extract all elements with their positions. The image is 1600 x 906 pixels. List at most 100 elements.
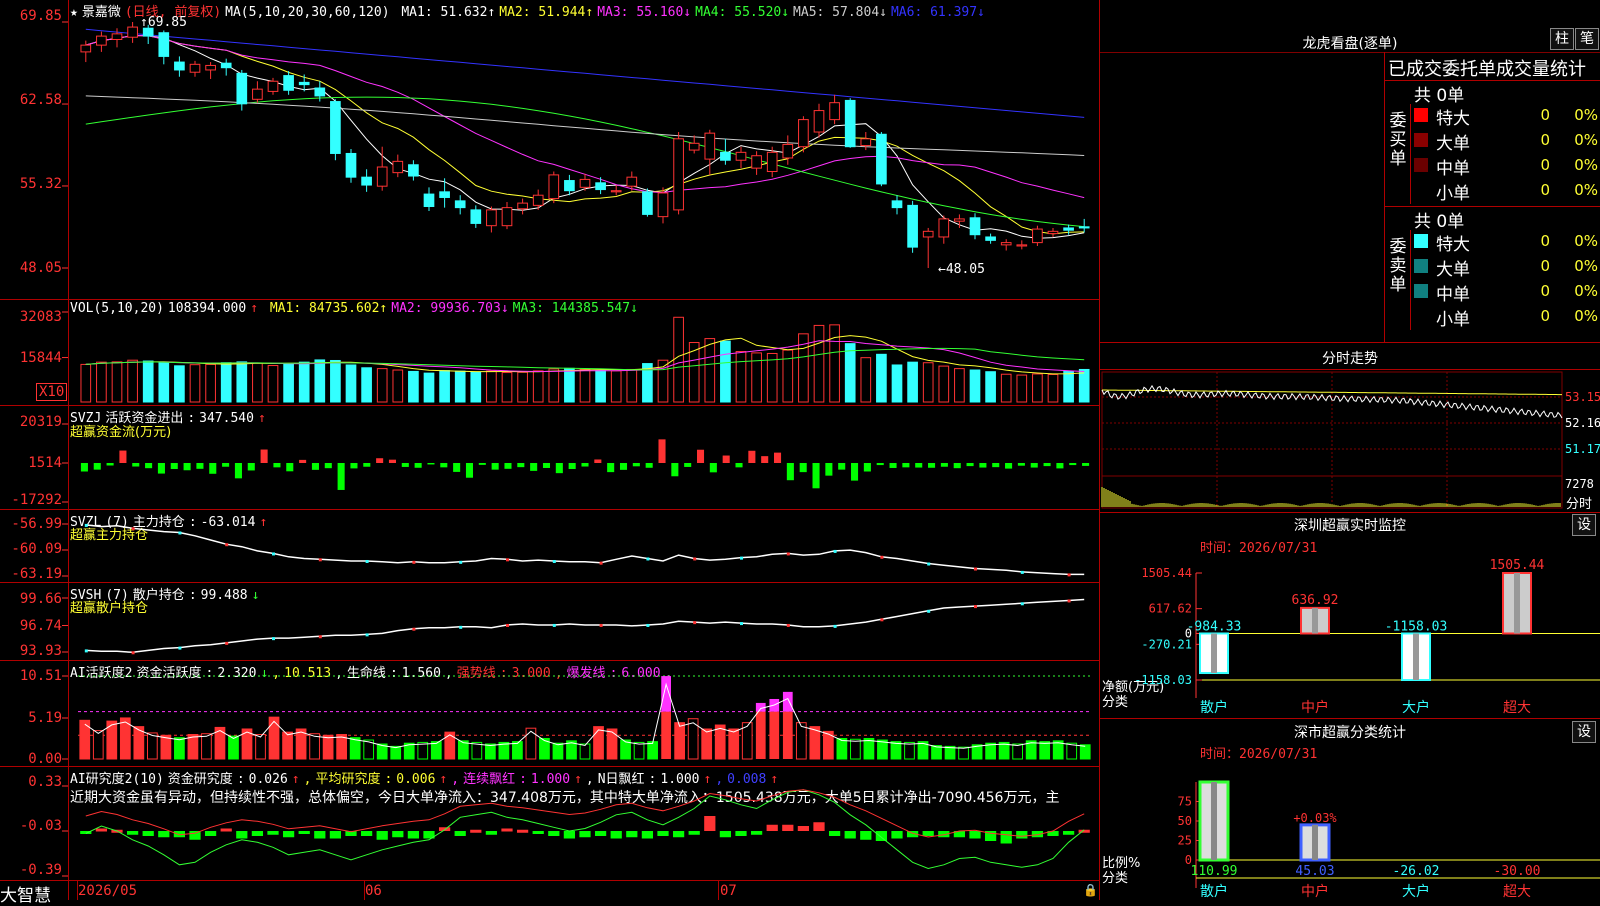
research-bar <box>516 829 529 833</box>
retail-holding-line-marker <box>1067 599 1071 603</box>
research-bar <box>922 831 934 836</box>
volume-bar <box>1078 368 1090 403</box>
activity-bar <box>958 746 969 760</box>
research-bar <box>548 831 560 836</box>
activity-bar <box>714 724 726 760</box>
volume-bar <box>142 360 154 403</box>
volume-bar <box>376 368 388 403</box>
volume-bar <box>579 368 591 403</box>
main-chart-area[interactable]: ★ 景嘉微 (日线, 前复权) MA(5,10,20,30,60,120) MA1: … <box>0 0 1100 906</box>
research-bar <box>688 831 700 835</box>
research-bar <box>766 824 778 831</box>
activity-bar <box>931 745 942 760</box>
research-bar <box>360 831 373 836</box>
fund-flow-bar <box>530 462 538 471</box>
fund-flow-bar <box>696 449 705 463</box>
fund-flow-bar <box>1005 462 1013 469</box>
research-bar <box>454 831 466 836</box>
activity-bar <box>552 742 564 760</box>
research-signal-line-red <box>85 789 1085 838</box>
volume-bar <box>860 357 872 403</box>
candle <box>1000 242 1012 246</box>
candle <box>1047 230 1059 235</box>
research-bar <box>969 831 981 839</box>
fund-flow-bar <box>478 462 486 465</box>
volume-bar <box>236 361 248 403</box>
volume-bar <box>969 369 981 403</box>
retail-holding-line-marker <box>740 622 743 626</box>
candle <box>954 218 965 222</box>
volume-bar <box>595 369 606 403</box>
volume-bar <box>673 316 684 403</box>
candle <box>423 193 435 208</box>
research-bar <box>704 816 716 831</box>
retail-holding-line-marker <box>599 623 603 627</box>
fund-flow-bar <box>594 459 602 463</box>
retail-holding-line-marker <box>927 609 931 613</box>
monitor-y-label: -1158.03 <box>1134 673 1192 687</box>
fund-flow-bar <box>491 462 499 470</box>
activity-bar <box>525 727 537 760</box>
fund-flow-bar <box>324 462 332 469</box>
candle <box>829 102 840 121</box>
monitor-y-label: -270.21 <box>1141 637 1192 651</box>
research-bar <box>142 831 154 836</box>
monitor-y-label: 617.62 <box>1149 602 1192 616</box>
research-bar <box>314 831 326 839</box>
monitor-category-label: 中户 <box>1301 699 1329 716</box>
activity-bar <box>877 739 888 760</box>
volume-bar <box>985 371 996 403</box>
main-holding-line-marker <box>365 559 369 563</box>
fund-flow-bar <box>350 462 358 469</box>
candle <box>985 236 996 241</box>
stats-category-label: 中户 <box>1301 883 1329 900</box>
fund-flow-bar <box>1082 462 1090 466</box>
main-holding-line-marker <box>1020 570 1024 574</box>
activity-bar <box>593 726 604 760</box>
fund-flow-bar <box>196 462 204 469</box>
candle <box>688 142 700 151</box>
fund-flow-bar <box>735 462 743 468</box>
activity-bar <box>484 743 496 760</box>
fund-flow-bar <box>876 462 884 466</box>
monitor-bar-shade <box>1312 607 1318 634</box>
volume-bar <box>1032 373 1043 403</box>
volume-bar <box>189 364 201 403</box>
research-bar <box>626 831 638 838</box>
activity-bar <box>674 722 686 760</box>
fund-flow-bar <box>1017 462 1025 466</box>
fund-flow-bar <box>671 462 679 477</box>
candle <box>595 182 606 191</box>
volume-bar <box>829 324 840 403</box>
candle <box>220 62 232 69</box>
activity-bar <box>863 737 875 760</box>
candle <box>236 72 248 105</box>
candle <box>486 209 497 227</box>
fund-flow-bar <box>812 462 820 489</box>
research-bar <box>610 831 622 839</box>
volume-bar <box>361 367 372 403</box>
research-bar <box>282 831 295 838</box>
main-holding-line-marker <box>740 556 743 560</box>
fund-flow-bar <box>632 462 640 467</box>
volume-bar <box>844 343 856 403</box>
stats-value-label: 45.03 <box>1295 864 1334 879</box>
volume-bar <box>517 371 528 403</box>
retail-holding-line-marker <box>646 623 650 627</box>
candle <box>798 119 809 148</box>
candle <box>158 32 170 57</box>
stats-bar-shade <box>1312 824 1318 860</box>
fund-flow-bar <box>838 462 846 470</box>
fund-flow-bar <box>645 462 653 468</box>
research-bar <box>220 828 232 832</box>
retail-holding-line-marker <box>131 651 135 655</box>
fund-flow-bar <box>311 462 319 470</box>
fund-flow-bar <box>992 462 1000 468</box>
activity-bar <box>146 732 158 760</box>
main-holding-line-marker <box>412 560 416 564</box>
candle <box>564 180 575 192</box>
activity-bar <box>661 711 671 759</box>
monitor-bar-shade <box>1413 633 1419 680</box>
main-holding-line-marker <box>459 560 463 564</box>
activity-bar <box>769 711 780 759</box>
